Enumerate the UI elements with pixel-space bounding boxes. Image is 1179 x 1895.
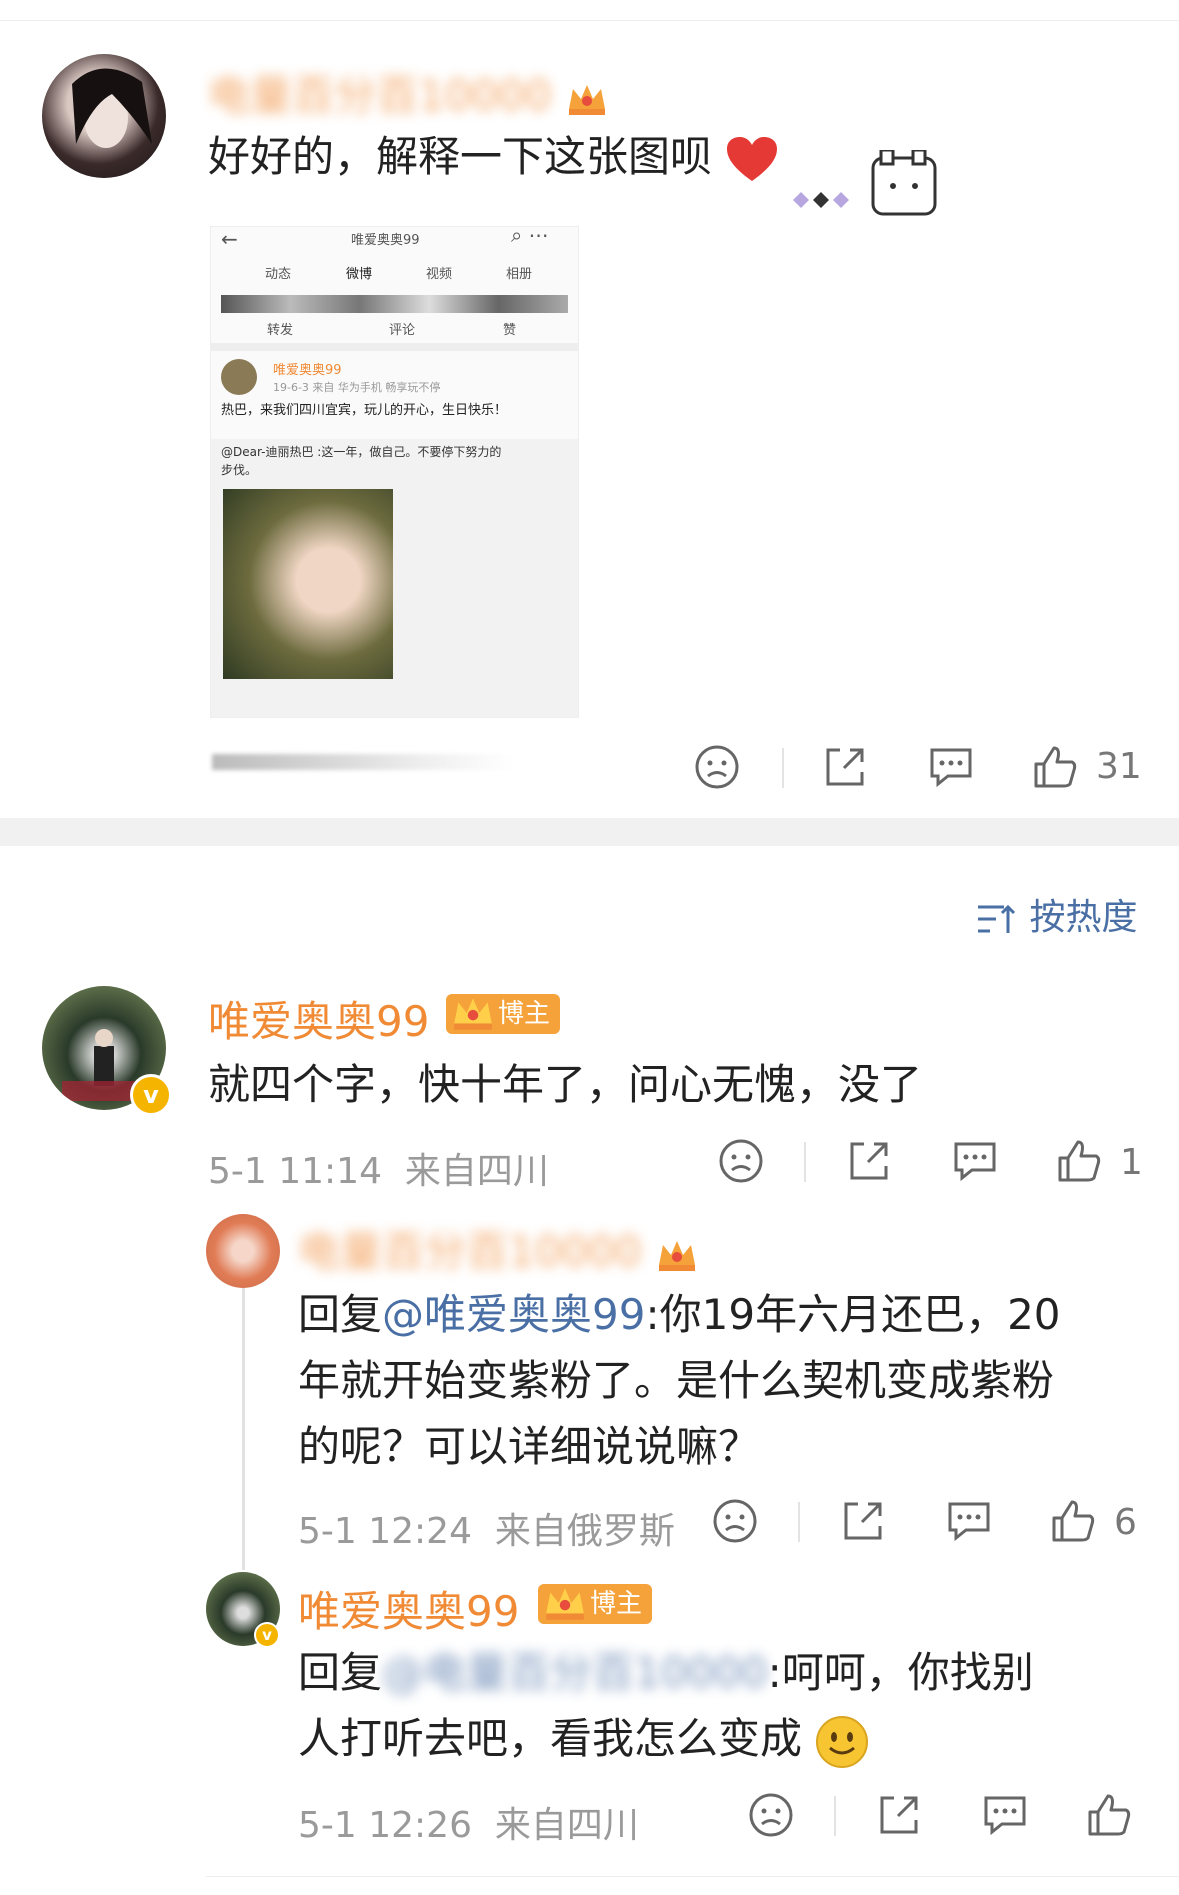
share-icon[interactable]: [820, 742, 870, 792]
embedded-image-strip: [221, 295, 568, 313]
embedded-action: 赞: [503, 323, 517, 338]
timestamp: 5-1 12:26: [298, 1805, 472, 1846]
like-icon[interactable]: [1054, 1136, 1104, 1186]
embedded-divider: [211, 343, 578, 351]
mention-link[interactable]: @电量百分百10000: [382, 1648, 768, 1697]
action-separator: [782, 748, 784, 788]
username[interactable]: 电量百分百10000: [208, 62, 609, 123]
comment-image[interactable]: ← 唯爱奥奥99 ⌕ ⋯ 动态 微博 视频 相册 转发 评论 赞 唯爱奥奥99 …: [210, 226, 579, 718]
action-separator: [798, 1502, 800, 1542]
username[interactable]: 唯爱奥奥99: [298, 1578, 519, 1639]
embedded-post-user: 唯爱奥奥99: [273, 363, 342, 378]
reply-text: 年就开始变紫粉了。是什么契机变成紫粉: [298, 1356, 1055, 1405]
embedded-title: 唯爱奥奥99: [351, 233, 420, 248]
faded-meta-bar: [212, 754, 512, 770]
crown-icon: [546, 1588, 584, 1620]
verified-icon: v: [254, 1622, 280, 1648]
avatar[interactable]: [206, 1214, 280, 1288]
reply-text: 的呢？可以详细说说嘛？: [298, 1422, 761, 1471]
comment-text: 好好的，解释一下这张图呗: [208, 124, 779, 190]
back-arrow-icon: ←: [221, 227, 238, 251]
location: 来自四川: [494, 1805, 639, 1846]
crown-icon: [658, 1240, 695, 1271]
sticker-icon: [793, 150, 937, 216]
comment-meta: 5-1 11:14 来自四川: [208, 1142, 549, 1194]
embedded-avatar: [221, 359, 257, 395]
timestamp: 5-1 12:24: [298, 1511, 472, 1552]
like-icon[interactable]: [1084, 1790, 1134, 1840]
avatar[interactable]: [42, 54, 166, 178]
embedded-action: 评论: [389, 323, 416, 338]
crown-icon: [454, 998, 492, 1030]
bottom-divider: [206, 1876, 1179, 1877]
verified-icon: v: [130, 1074, 172, 1116]
dislike-icon[interactable]: [746, 1790, 796, 1840]
action-separator: [834, 1796, 836, 1836]
embedded-tab: 动态: [265, 267, 292, 282]
mention-link[interactable]: @唯爱奥奥99: [382, 1290, 645, 1339]
like-count: 6: [1114, 1502, 1137, 1543]
smile-emoji-icon: [816, 1715, 869, 1768]
share-icon[interactable]: [874, 1790, 924, 1840]
host-badge: 博主: [446, 994, 561, 1034]
reply-text: 回复@唯爱奥奥99:你19年六月还巴，20: [298, 1290, 1061, 1339]
like-icon[interactable]: [1048, 1496, 1098, 1546]
comment-icon[interactable]: [950, 1136, 1000, 1186]
share-icon[interactable]: [838, 1496, 888, 1546]
thread-line: [242, 1250, 245, 1570]
share-icon[interactable]: [844, 1136, 894, 1186]
sort-button[interactable]: 按热度: [974, 888, 1137, 940]
embedded-action: 转发: [267, 323, 294, 338]
comment-icon[interactable]: [926, 742, 976, 792]
embedded-quote-text: 步伐。: [221, 463, 258, 477]
embedded-post-meta: 19-6-3 来自 华为手机 畅享玩不停: [273, 381, 441, 394]
comment-meta: 5-1 12:26 来自四川: [298, 1796, 639, 1848]
embedded-post-text: 热巴，来我们四川宜宾，玩儿的开心，生日快乐！: [221, 403, 508, 418]
section-divider: [0, 818, 1179, 846]
comment-meta: 5-1 12:24 来自俄罗斯: [298, 1502, 675, 1554]
embedded-more-icon: ⌕ ⋯: [511, 226, 549, 247]
action-separator: [804, 1142, 806, 1182]
reply-text: 人打听去吧，看我怎么变成: [298, 1706, 869, 1772]
top-divider: [0, 0, 1179, 21]
like-count: 1: [1120, 1142, 1143, 1183]
username[interactable]: 电量百分百10000: [298, 1218, 699, 1279]
embedded-tab: 相册: [506, 267, 533, 282]
dislike-icon[interactable]: [710, 1496, 760, 1546]
location: 来自俄罗斯: [494, 1511, 675, 1552]
timestamp: 5-1 11:14: [208, 1151, 382, 1192]
username[interactable]: 唯爱奥奥99: [208, 988, 429, 1049]
comment-icon[interactable]: [944, 1496, 994, 1546]
embedded-photo: [223, 489, 393, 679]
embedded-tab: 微博: [346, 267, 373, 282]
comment-icon[interactable]: [980, 1790, 1030, 1840]
dislike-icon[interactable]: [692, 742, 742, 792]
embedded-quote-text: @Dear-迪丽热巴 :这一年，做自己。不要停下努力的: [221, 445, 502, 459]
sort-icon: [978, 904, 1016, 933]
reply-text: 回复@电量百分百10000:呵呵，你找别: [298, 1648, 1034, 1697]
crown-icon: [568, 84, 605, 115]
location: 来自四川: [404, 1151, 549, 1192]
comment-text: 就四个字，快十年了，问心无愧，没了: [208, 1060, 923, 1109]
like-icon[interactable]: [1030, 742, 1080, 792]
dislike-icon[interactable]: [716, 1136, 766, 1186]
host-badge: 博主: [538, 1584, 653, 1624]
like-count: 31: [1096, 746, 1142, 787]
embedded-tab: 视频: [426, 267, 453, 282]
heart-icon: [727, 136, 778, 181]
